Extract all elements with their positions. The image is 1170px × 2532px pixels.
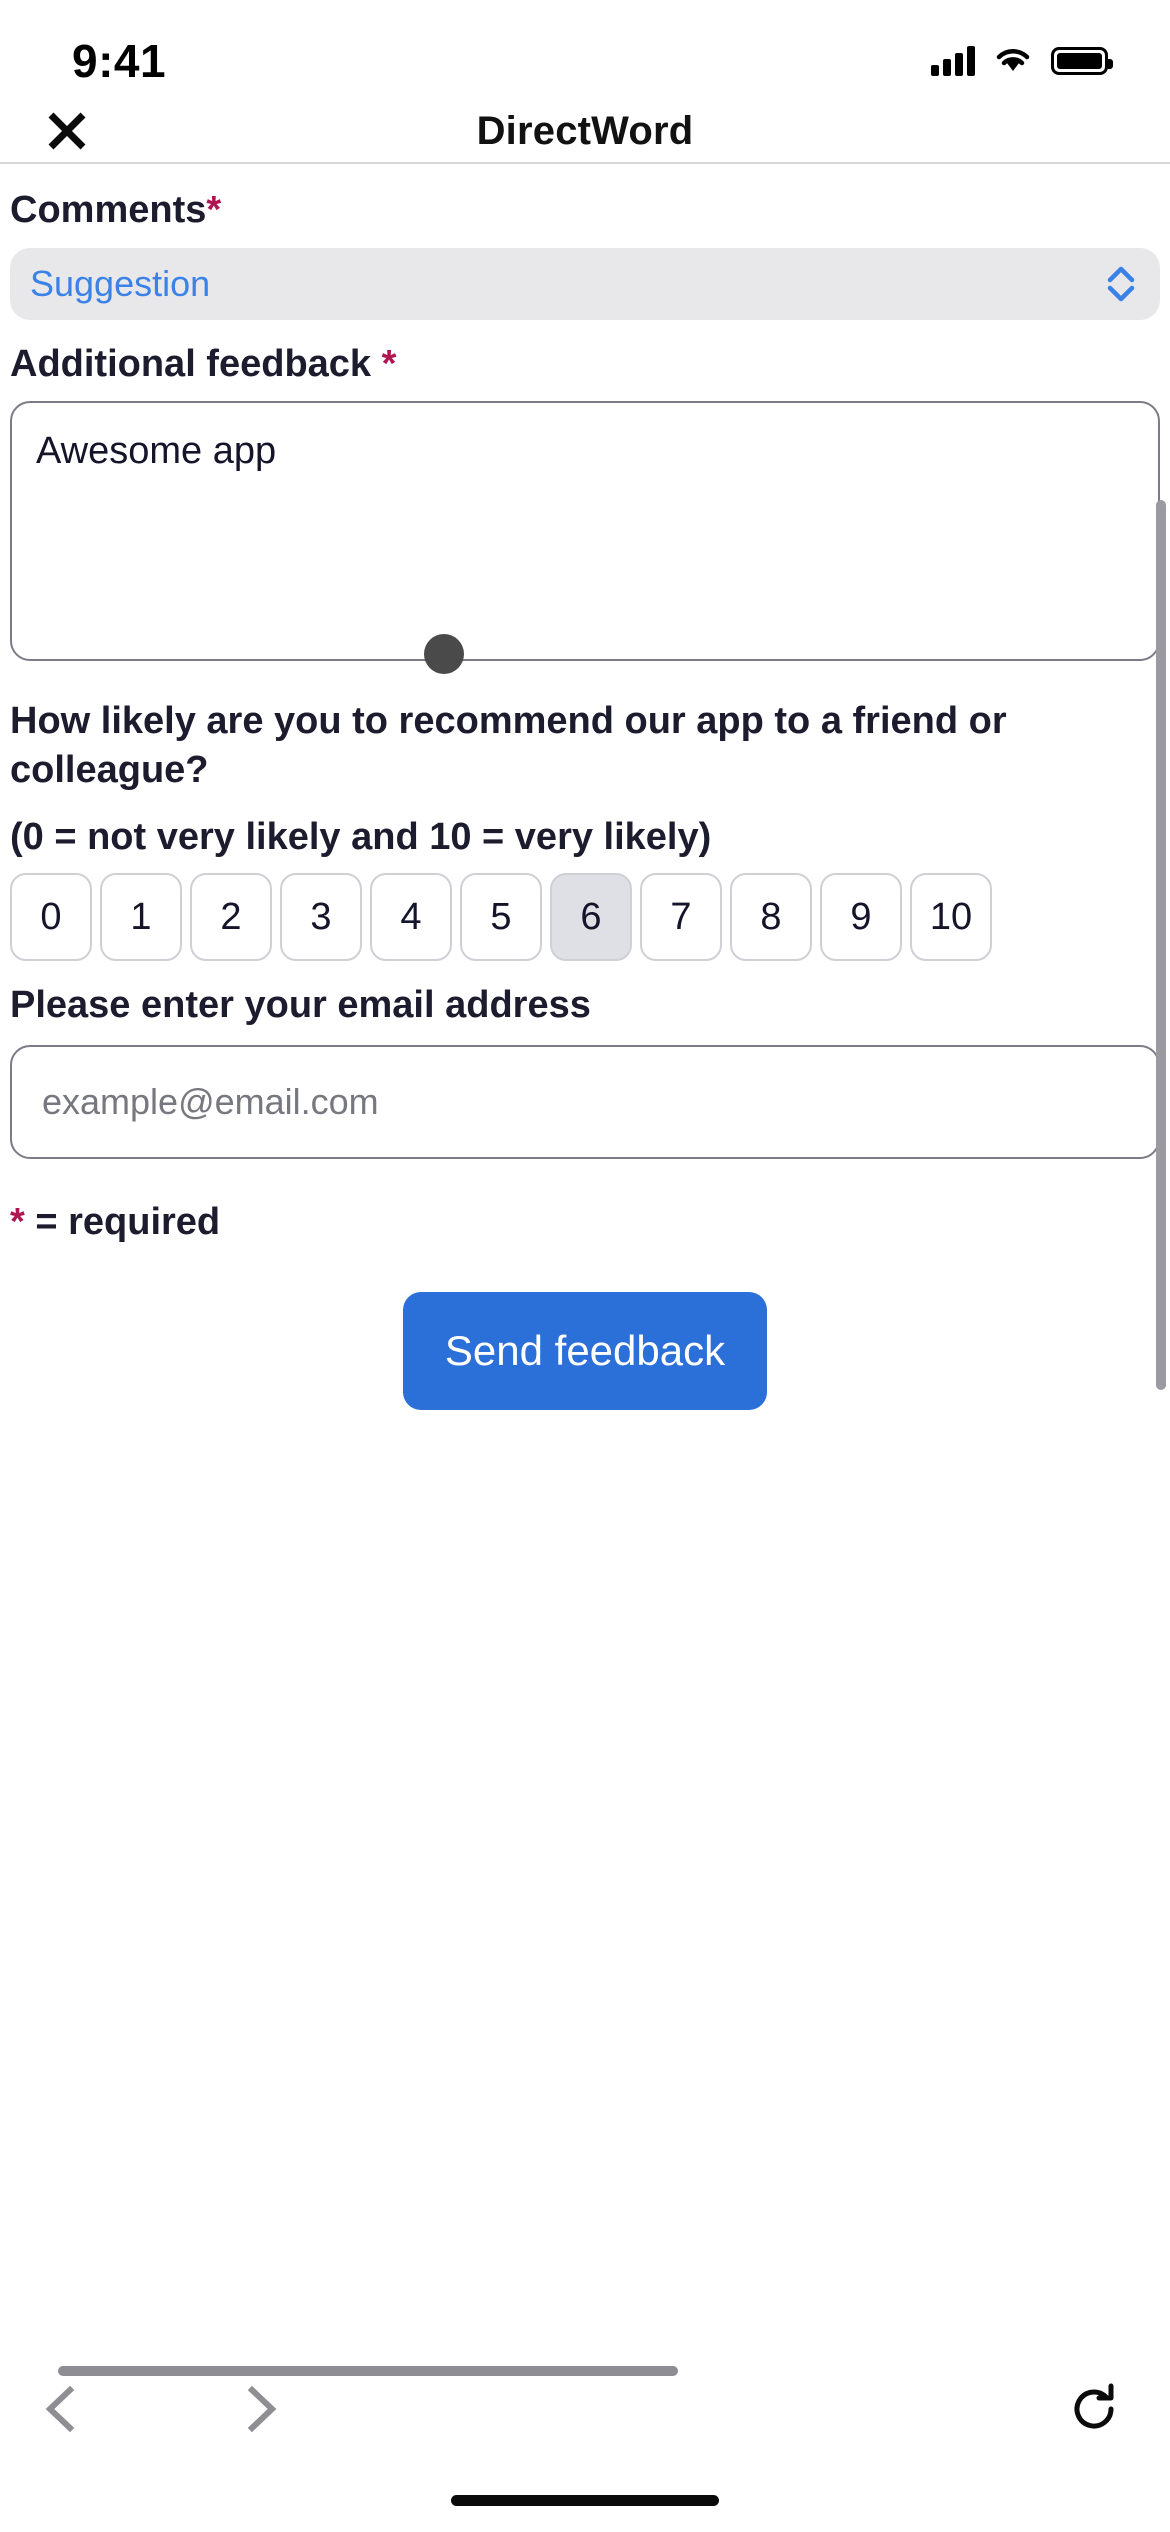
submit-row: Send feedback [10,1292,1160,1411]
nps-option-9[interactable]: 9 [820,873,902,962]
required-legend-text: = required [24,1201,221,1244]
send-feedback-button[interactable]: Send feedback [402,1292,768,1411]
comments-select[interactable]: Suggestion [10,247,1160,320]
chevron-right-icon[interactable] [212,2361,308,2457]
feedback-form: Comments* Suggestion Additional feedback… [0,166,1170,1411]
phone-screen: 9:41 DirectWord Comments* Suggestion Add… [0,0,1170,2532]
nps-option-5[interactable]: 5 [460,873,542,962]
nps-option-8[interactable]: 8 [730,873,812,962]
nps-option-4[interactable]: 4 [370,873,452,962]
required-legend: * = required [10,1201,1160,1244]
battery-full-icon [1051,47,1113,75]
status-bar: 9:41 [0,0,1170,100]
email-placeholder: example@email.com [42,1081,379,1123]
app-header: DirectWord [0,100,1170,164]
status-time: 9:41 [72,35,167,87]
vertical-scrollbar[interactable] [1156,500,1166,1390]
nps-option-10[interactable]: 10 [910,873,992,962]
additional-feedback-textarea[interactable]: Awesome app [10,401,1160,662]
chevron-left-icon[interactable] [14,2361,110,2457]
home-indicator [451,2495,719,2506]
close-icon[interactable] [32,96,102,166]
additional-feedback-label: Additional feedback * [10,342,397,385]
required-asterisk: * [381,342,397,385]
chevron-up-down-icon [1104,264,1138,304]
email-label: Please enter your email address [10,984,591,1027]
touch-indicator [424,634,464,674]
nps-option-2[interactable]: 2 [190,873,272,962]
page-title: DirectWord [476,108,694,153]
comments-label: Comments* [10,189,222,231]
nps-option-6[interactable]: 6 [550,873,632,962]
nps-option-3[interactable]: 3 [280,873,362,962]
nps-options: 0 1 2 3 4 5 6 7 8 9 10 [10,873,1170,962]
nps-option-0[interactable]: 0 [10,873,92,962]
email-field[interactable]: example@email.com [10,1045,1160,1160]
comments-select-value: Suggestion [30,262,211,304]
nps-option-7[interactable]: 7 [640,873,722,962]
required-asterisk: * [10,1201,25,1244]
nps-question: How likely are you to recommend our app … [10,700,1007,791]
additional-feedback-value: Awesome app [36,430,277,473]
status-indicators [931,44,1113,79]
reload-icon[interactable] [1046,2361,1142,2457]
signal-bars-icon [931,46,975,76]
nps-option-1[interactable]: 1 [100,873,182,962]
nps-scale-hint: (0 = not very likely and 10 = very likel… [10,816,712,859]
browser-toolbar [0,2354,1170,2464]
wifi-icon [993,44,1033,79]
required-asterisk: * [206,189,222,231]
